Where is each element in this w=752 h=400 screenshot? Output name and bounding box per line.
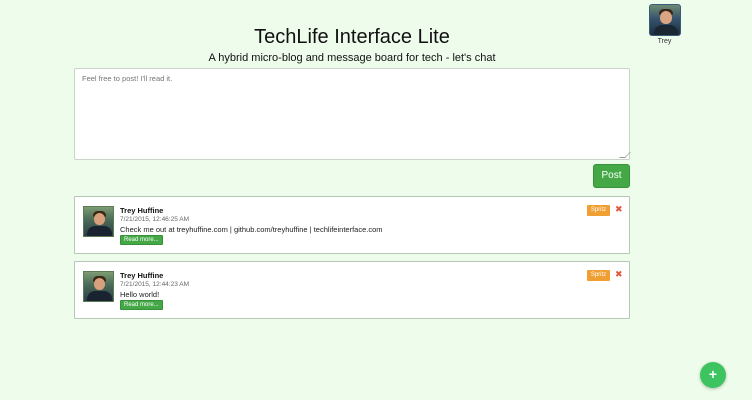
author-avatar [83, 206, 114, 237]
post-author: Trey Huffine [120, 271, 164, 280]
read-more-button[interactable]: Read more... [120, 300, 163, 310]
page: Trey TechLife Interface Lite A hybrid mi… [0, 0, 752, 400]
post-card: Trey Huffine 7/21/2015, 12:44:23 AM Hell… [74, 261, 630, 319]
post-timestamp: 7/21/2015, 12:44:23 AM [120, 281, 190, 288]
read-more-button[interactable]: Read more... [120, 235, 163, 245]
page-title: TechLife Interface Lite [254, 26, 450, 48]
add-post-button[interactable]: + [700, 362, 726, 388]
post-timestamp: 7/21/2015, 12:46:25 AM [120, 216, 190, 223]
author-avatar [83, 271, 114, 302]
post-input[interactable] [74, 68, 630, 160]
post-author: Trey Huffine [120, 206, 164, 215]
post-button[interactable]: Post [593, 164, 630, 188]
spritz-button[interactable]: Spritz [587, 270, 610, 281]
post-text: Hello world! [120, 290, 160, 299]
page-subtitle: A hybrid micro-blog and message board fo… [208, 52, 496, 64]
close-icon[interactable]: ✖ [615, 203, 623, 215]
close-icon[interactable]: ✖ [615, 268, 623, 280]
spritz-button[interactable]: Spritz [587, 205, 610, 216]
post-card: Trey Huffine 7/21/2015, 12:46:25 AM Chec… [74, 196, 630, 254]
post-text: Check me out at treyhuffine.com | github… [120, 225, 383, 234]
